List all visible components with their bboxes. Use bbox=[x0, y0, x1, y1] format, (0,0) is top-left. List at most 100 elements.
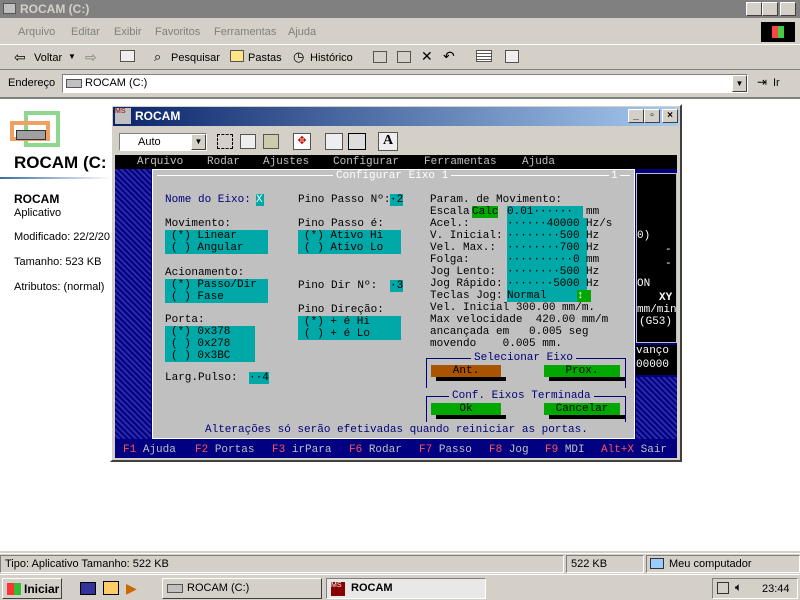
quicklaunch-desktop-icon[interactable] bbox=[80, 582, 96, 595]
param-input[interactable]: ··········0 bbox=[507, 254, 587, 266]
address-dropdown-button[interactable]: ▼ bbox=[732, 75, 747, 92]
search-icon[interactable]: ⌕ bbox=[154, 49, 161, 65]
go-arrow-icon[interactable]: ⇥ bbox=[757, 75, 767, 89]
menu-editar[interactable]: Editar bbox=[71, 26, 100, 38]
movimento-radio-linear[interactable]: (*) Linear bbox=[165, 230, 268, 242]
rocam-close-button[interactable]: × bbox=[662, 109, 678, 123]
pino-passo-radio-hi[interactable]: (*) Ativo Hi bbox=[298, 230, 401, 242]
param-input[interactable]: ········500 bbox=[507, 230, 587, 242]
history-button[interactable]: Histórico bbox=[310, 52, 353, 64]
movimento-radio-angular[interactable]: ( ) Angular bbox=[165, 242, 268, 254]
fkey-f7[interactable]: F7 Passo bbox=[419, 444, 472, 456]
network-icon[interactable] bbox=[717, 582, 729, 594]
address-value: ROCAM (C:) bbox=[85, 77, 148, 89]
function-key-bar: F1 Ajuda F2 Portas F3 irPara F6 Rodar F7… bbox=[115, 443, 677, 458]
param-unit: Hz/s bbox=[586, 218, 613, 230]
dos-menu-ajuda[interactable]: Ajuda bbox=[522, 156, 555, 168]
cancelar-button[interactable]: Cancelar bbox=[544, 403, 620, 415]
param-input[interactable]: ······40000 bbox=[507, 218, 587, 230]
param-input[interactable]: ········500 bbox=[507, 266, 587, 278]
menu-ajuda[interactable]: Ajuda bbox=[288, 26, 316, 38]
nome-eixo-input[interactable]: X bbox=[256, 194, 264, 206]
rocam-maximize-button[interactable]: ▫ bbox=[644, 109, 660, 123]
acionamento-radio-passo[interactable]: (*) Passo/Dir bbox=[165, 279, 268, 291]
copy-to-icon[interactable] bbox=[397, 51, 411, 63]
larg-pulso-input[interactable]: ··4 bbox=[249, 372, 269, 384]
background-icon[interactable] bbox=[348, 133, 366, 150]
delete-icon[interactable]: ✕ bbox=[421, 48, 433, 65]
font-select[interactable]: Auto ▼ bbox=[119, 133, 207, 151]
dos-menu-ferramentas[interactable]: Ferramentas bbox=[424, 156, 497, 168]
copy-icon[interactable] bbox=[240, 134, 256, 149]
properties-icon[interactable] bbox=[325, 133, 343, 150]
maximize-button[interactable]: ▫ bbox=[762, 2, 778, 16]
porta-radio-378[interactable]: (*) 0x378 bbox=[165, 326, 255, 338]
fkey-f8[interactable]: F8 Jog bbox=[489, 444, 529, 456]
properties-icon[interactable] bbox=[505, 50, 519, 63]
teclas-jog-select[interactable]: Normal bbox=[507, 290, 577, 302]
folder-icon bbox=[3, 3, 16, 14]
start-button[interactable]: Iniciar bbox=[2, 578, 62, 599]
teclas-jog-arrow-icon[interactable]: ↕ bbox=[577, 290, 591, 302]
folders-icon[interactable] bbox=[230, 50, 244, 62]
go-button[interactable]: Ir bbox=[773, 77, 780, 89]
fkey-f2[interactable]: F2 Portas bbox=[195, 444, 254, 456]
pino-dir-input[interactable]: ·3 bbox=[390, 280, 404, 292]
mark-icon[interactable] bbox=[217, 134, 233, 149]
close-button[interactable]: × bbox=[780, 2, 796, 16]
fkey-altx[interactable]: Alt+X Sair bbox=[601, 444, 667, 456]
task-explorer[interactable]: ROCAM (C:) bbox=[162, 578, 322, 599]
volume-icon[interactable]: 🔈︎ bbox=[735, 580, 742, 595]
prox-button[interactable]: Prox. bbox=[544, 365, 620, 377]
fkey-f9[interactable]: F9 MDI bbox=[545, 444, 585, 456]
ant-button[interactable]: Ant. bbox=[431, 365, 501, 377]
undo-icon[interactable]: ↶ bbox=[443, 48, 455, 65]
pino-direcao-radio-hi[interactable]: (*) + é Hi bbox=[298, 316, 401, 328]
pino-passo-e-label: Pino Passo é: bbox=[298, 218, 384, 230]
back-button[interactable]: Voltar bbox=[34, 52, 62, 64]
task-rocam[interactable]: MS ROCAM bbox=[326, 578, 486, 599]
font-dropdown-button[interactable]: ▼ bbox=[191, 134, 206, 150]
porta-radio-3bc[interactable]: ( ) 0x3BC bbox=[165, 350, 255, 362]
param-input[interactable]: ········700 bbox=[507, 242, 587, 254]
fullscreen-icon[interactable]: ✥ bbox=[293, 133, 311, 150]
views-icon[interactable] bbox=[476, 50, 492, 62]
ok-button[interactable]: Ok bbox=[431, 403, 501, 415]
fkey-f1[interactable]: F1 Ajuda bbox=[123, 444, 176, 456]
dos-menu-arquivo[interactable]: Arquivo bbox=[137, 156, 183, 168]
menu-favoritos[interactable]: Favoritos bbox=[155, 26, 200, 38]
menu-arquivo[interactable]: Arquivo bbox=[18, 26, 55, 38]
back-arrow-icon[interactable]: ⇦ bbox=[14, 49, 26, 66]
dos-menu-ajustes[interactable]: Ajustes bbox=[263, 156, 309, 168]
dropdown-arrow-icon[interactable]: ▼ bbox=[68, 52, 76, 61]
dos-menu-rodar[interactable]: Rodar bbox=[207, 156, 240, 168]
history-icon[interactable]: ◷ bbox=[293, 49, 304, 65]
acionamento-radio-fase[interactable]: ( ) Fase bbox=[165, 291, 268, 303]
folders-button[interactable]: Pastas bbox=[248, 52, 282, 64]
dos-menu-configurar[interactable]: Configurar bbox=[333, 156, 399, 168]
status-bar: Tipo: Aplicativo Tamanho: 522 KB 522 KB … bbox=[0, 553, 800, 573]
up-folder-icon[interactable] bbox=[120, 50, 135, 62]
forward-arrow-icon[interactable]: ⇨ bbox=[85, 49, 97, 66]
porta-radio-278[interactable]: ( ) 0x278 bbox=[165, 338, 255, 350]
minimize-button[interactable]: _ bbox=[746, 2, 762, 16]
pino-dir-label: Pino Dir Nº: bbox=[298, 280, 378, 292]
pino-passo-radio-lo[interactable]: ( ) Ativo Lo bbox=[298, 242, 401, 254]
fkey-f6[interactable]: F6 Rodar bbox=[349, 444, 402, 456]
menu-ferramentas[interactable]: Ferramentas bbox=[214, 26, 276, 38]
menu-exibir[interactable]: Exibir bbox=[114, 26, 142, 38]
escala-calc-button[interactable]: Calc bbox=[472, 206, 499, 218]
font-icon[interactable]: A bbox=[378, 132, 398, 151]
fkey-f3[interactable]: F3 irPara bbox=[272, 444, 331, 456]
move-to-icon[interactable] bbox=[373, 51, 387, 63]
search-button[interactable]: Pesquisar bbox=[171, 52, 220, 64]
quicklaunch-media-icon[interactable]: ▶ bbox=[126, 580, 137, 597]
address-input[interactable]: ROCAM (C:) ▼ bbox=[62, 74, 748, 93]
escala-input[interactable]: 0.01······ bbox=[507, 206, 583, 218]
paste-icon[interactable] bbox=[263, 134, 279, 149]
rocam-minimize-button[interactable]: _ bbox=[628, 109, 644, 123]
pino-passo-no-input[interactable]: ·2 bbox=[390, 194, 404, 206]
param-input[interactable]: ·······5000 bbox=[507, 278, 587, 290]
quicklaunch-explorer-icon[interactable] bbox=[103, 581, 119, 595]
pino-direcao-radio-lo[interactable]: ( ) + é Lo bbox=[298, 328, 401, 340]
